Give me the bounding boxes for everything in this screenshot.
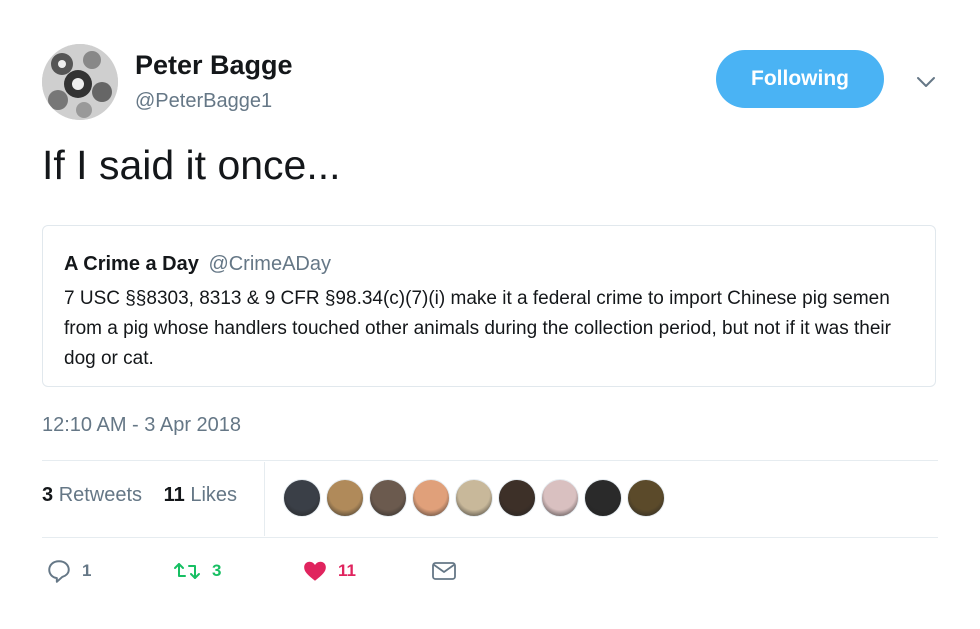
quoted-tweet[interactable]: A Crime a Day @CrimeADay 7 USC §§8303, 8… — [42, 225, 936, 387]
envelope-icon — [432, 562, 456, 580]
retweets-count: 3 — [42, 484, 54, 506]
retweet-button[interactable]: 3 — [172, 558, 221, 584]
liker-avatar[interactable] — [455, 479, 493, 517]
author-avatar[interactable] — [42, 44, 118, 120]
tweet-text: If I said it once... — [42, 142, 341, 188]
likes-label: Likes — [190, 484, 238, 506]
liker-avatar[interactable] — [369, 479, 407, 517]
liker-avatar[interactable] — [541, 479, 579, 517]
quoted-tweet-header: A Crime a Day @CrimeADay — [64, 253, 331, 276]
liker-avatar[interactable] — [283, 479, 321, 517]
reply-icon — [48, 560, 70, 583]
like-button[interactable]: 11 — [302, 558, 356, 584]
like-count: 11 — [338, 561, 356, 580]
stats-divider — [264, 462, 265, 536]
reply-button[interactable]: 1 — [46, 558, 91, 584]
liker-avatar[interactable] — [412, 479, 450, 517]
quoted-author-name: A Crime a Day — [64, 253, 199, 275]
retweet-icon — [174, 563, 200, 579]
liker-avatar[interactable] — [627, 479, 665, 517]
divider — [42, 537, 938, 538]
liker-avatar[interactable] — [498, 479, 536, 517]
retweet-count: 3 — [212, 561, 222, 580]
direct-message-button[interactable] — [430, 558, 458, 584]
tweet-timestamp[interactable]: 12:10 AM - 3 Apr 2018 — [42, 414, 241, 437]
author-name[interactable]: Peter Bagge — [135, 50, 293, 81]
chevron-down-icon[interactable] — [914, 70, 938, 94]
liker-avatar[interactable] — [326, 479, 364, 517]
retweets-stat[interactable]: 3 Retweets — [42, 484, 142, 507]
author-handle[interactable]: @PeterBagge1 — [135, 90, 272, 113]
likes-count: 11 — [163, 484, 185, 506]
divider — [42, 460, 938, 461]
quoted-author-handle: @CrimeADay — [208, 253, 331, 275]
liker-avatar[interactable] — [584, 479, 622, 517]
tweet-stats: 3 Retweets 11 Likes — [42, 484, 253, 507]
avatar-image — [42, 44, 118, 120]
following-button[interactable]: Following — [716, 50, 884, 108]
likers-avatars — [283, 479, 670, 517]
retweets-label: Retweets — [58, 484, 143, 506]
reply-count: 1 — [82, 561, 92, 580]
likes-stat[interactable]: 11 Likes — [164, 484, 237, 507]
quoted-tweet-text: 7 USC §§8303, 8313 & 9 CFR §98.34(c)(7)(… — [64, 288, 891, 369]
tweet-actions: 1 3 11 — [42, 558, 562, 588]
heart-icon — [304, 561, 326, 581]
